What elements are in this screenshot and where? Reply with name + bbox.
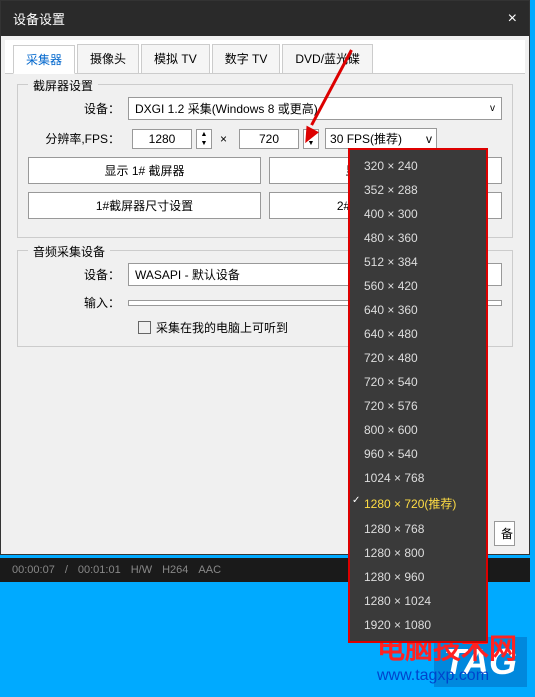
resolution-option-label: 512 × 384 (364, 255, 418, 269)
width-spinner[interactable]: ▲▼ (196, 129, 212, 149)
chevron-down-icon: v (490, 103, 495, 114)
resolution-option[interactable]: 640 × 480 (350, 322, 486, 346)
tab-analog-tv[interactable]: 模拟 TV (141, 44, 210, 73)
multiply-icon: × (220, 132, 227, 146)
audio-device-value: WASAPI - 默认设备 (135, 266, 240, 283)
resolution-option[interactable]: 320 × 240 (350, 154, 486, 178)
resolution-option[interactable]: 960 × 540 (350, 442, 486, 466)
resolution-option-label: 1280 × 1024 (364, 594, 431, 608)
resolution-option[interactable]: 1280 × 960 (350, 565, 486, 589)
resolution-option[interactable]: 560 × 420 (350, 274, 486, 298)
resolution-option[interactable]: 720 × 576 (350, 394, 486, 418)
resolution-option-label: 1280 × 960 (364, 570, 424, 584)
resolution-option[interactable]: 512 × 384 (350, 250, 486, 274)
tab-bar: 采集器 摄像头 模拟 TV 数字 TV DVD/蓝光碟 (5, 40, 525, 74)
resolution-option[interactable]: 720 × 540 (350, 370, 486, 394)
width-input[interactable] (132, 129, 192, 149)
titlebar: 设备设置 × (1, 1, 529, 36)
capture-legend: 截屏器设置 (28, 77, 98, 94)
resolution-option-label: 800 × 600 (364, 423, 418, 437)
resolution-option-label: 320 × 240 (364, 159, 418, 173)
tab-dvd[interactable]: DVD/蓝光碟 (282, 44, 373, 73)
resolution-option-label: 1024 × 768 (364, 471, 424, 485)
device-value: DXGI 1.2 采集(Windows 8 或更高) (135, 100, 318, 117)
device-label: 设备： (28, 100, 128, 117)
resolution-option[interactable]: 800 × 600 (350, 418, 486, 442)
capture-audible-checkbox[interactable] (138, 321, 151, 334)
resolution-option-label: 352 × 288 (364, 183, 418, 197)
show-screen1-button[interactable]: 显示 1# 截屏器 (28, 157, 261, 184)
status-hw: H/W (131, 564, 152, 576)
status-codec: H264 (162, 564, 188, 576)
resolution-option[interactable]: 480 × 360 (350, 226, 486, 250)
resolution-option[interactable]: 1920 × 1080 (350, 613, 486, 637)
audio-device-label: 设备： (28, 266, 128, 283)
audio-input-label: 输入： (28, 294, 128, 311)
resolution-option-label: 960 × 540 (364, 447, 418, 461)
size-screen1-button[interactable]: 1#截屏器尺寸设置 (28, 192, 261, 219)
capture-audible-label: 采集在我的电脑上可听到 (156, 319, 288, 336)
status-time1: 00:00:07 (12, 564, 55, 576)
resolution-option[interactable]: 352 × 288 (350, 178, 486, 202)
fps-select[interactable]: 30 FPS(推荐) v (325, 128, 437, 149)
resolution-option-label: 480 × 360 (364, 231, 418, 245)
resolution-option-label: 1920 × 1080 (364, 618, 431, 632)
watermark-url: www.tagxp.com (377, 667, 517, 685)
fps-value: 30 FPS(推荐) (330, 130, 402, 147)
resolution-option-label: 640 × 480 (364, 327, 418, 341)
resolution-option[interactable]: 1280 × 800 (350, 541, 486, 565)
resolution-label: 分辨率,FPS： (28, 130, 128, 147)
chevron-down-icon: v (426, 132, 432, 146)
resolution-option-label: 720 × 576 (364, 399, 418, 413)
partial-button[interactable]: 备 (494, 521, 515, 546)
status-time2: 00:01:01 (78, 564, 121, 576)
status-audio: AAC (198, 564, 221, 576)
resolution-option[interactable]: 720 × 480 (350, 346, 486, 370)
resolution-option-label: 1280 × 768 (364, 522, 424, 536)
check-icon: ✓ (352, 495, 360, 506)
resolution-option[interactable]: 640 × 360 (350, 298, 486, 322)
resolution-option-label: 1280 × 720(推荐) (364, 497, 456, 511)
resolution-option-label: 720 × 540 (364, 375, 418, 389)
tab-digital-tv[interactable]: 数字 TV (212, 44, 281, 73)
tab-capture[interactable]: 采集器 (13, 45, 75, 74)
resolution-dropdown[interactable]: 320 × 240 352 × 288 400 × 300 480 × 360 512 … (348, 148, 488, 643)
resolution-option[interactable]: 400 × 300 (350, 202, 486, 226)
resolution-option-label: 640 × 360 (364, 303, 418, 317)
tab-camera[interactable]: 摄像头 (77, 44, 139, 73)
resolution-option[interactable]: 1024 × 768 (350, 466, 486, 490)
resolution-option-label: 1280 × 800 (364, 546, 424, 560)
close-icon[interactable]: × (508, 10, 517, 28)
window-title: 设备设置 (13, 9, 65, 28)
resolution-option-label: 720 × 480 (364, 351, 418, 365)
audio-legend: 音频采集设备 (28, 243, 110, 260)
resolution-option[interactable]: 1280 × 1024 (350, 589, 486, 613)
height-input[interactable] (239, 129, 299, 149)
resolution-option-label: 560 × 420 (364, 279, 418, 293)
resolution-option[interactable]: ✓ 1280 × 720(推荐) (350, 490, 486, 517)
resolution-option-label: 400 × 300 (364, 207, 418, 221)
resolution-option[interactable]: 1280 × 768 (350, 517, 486, 541)
